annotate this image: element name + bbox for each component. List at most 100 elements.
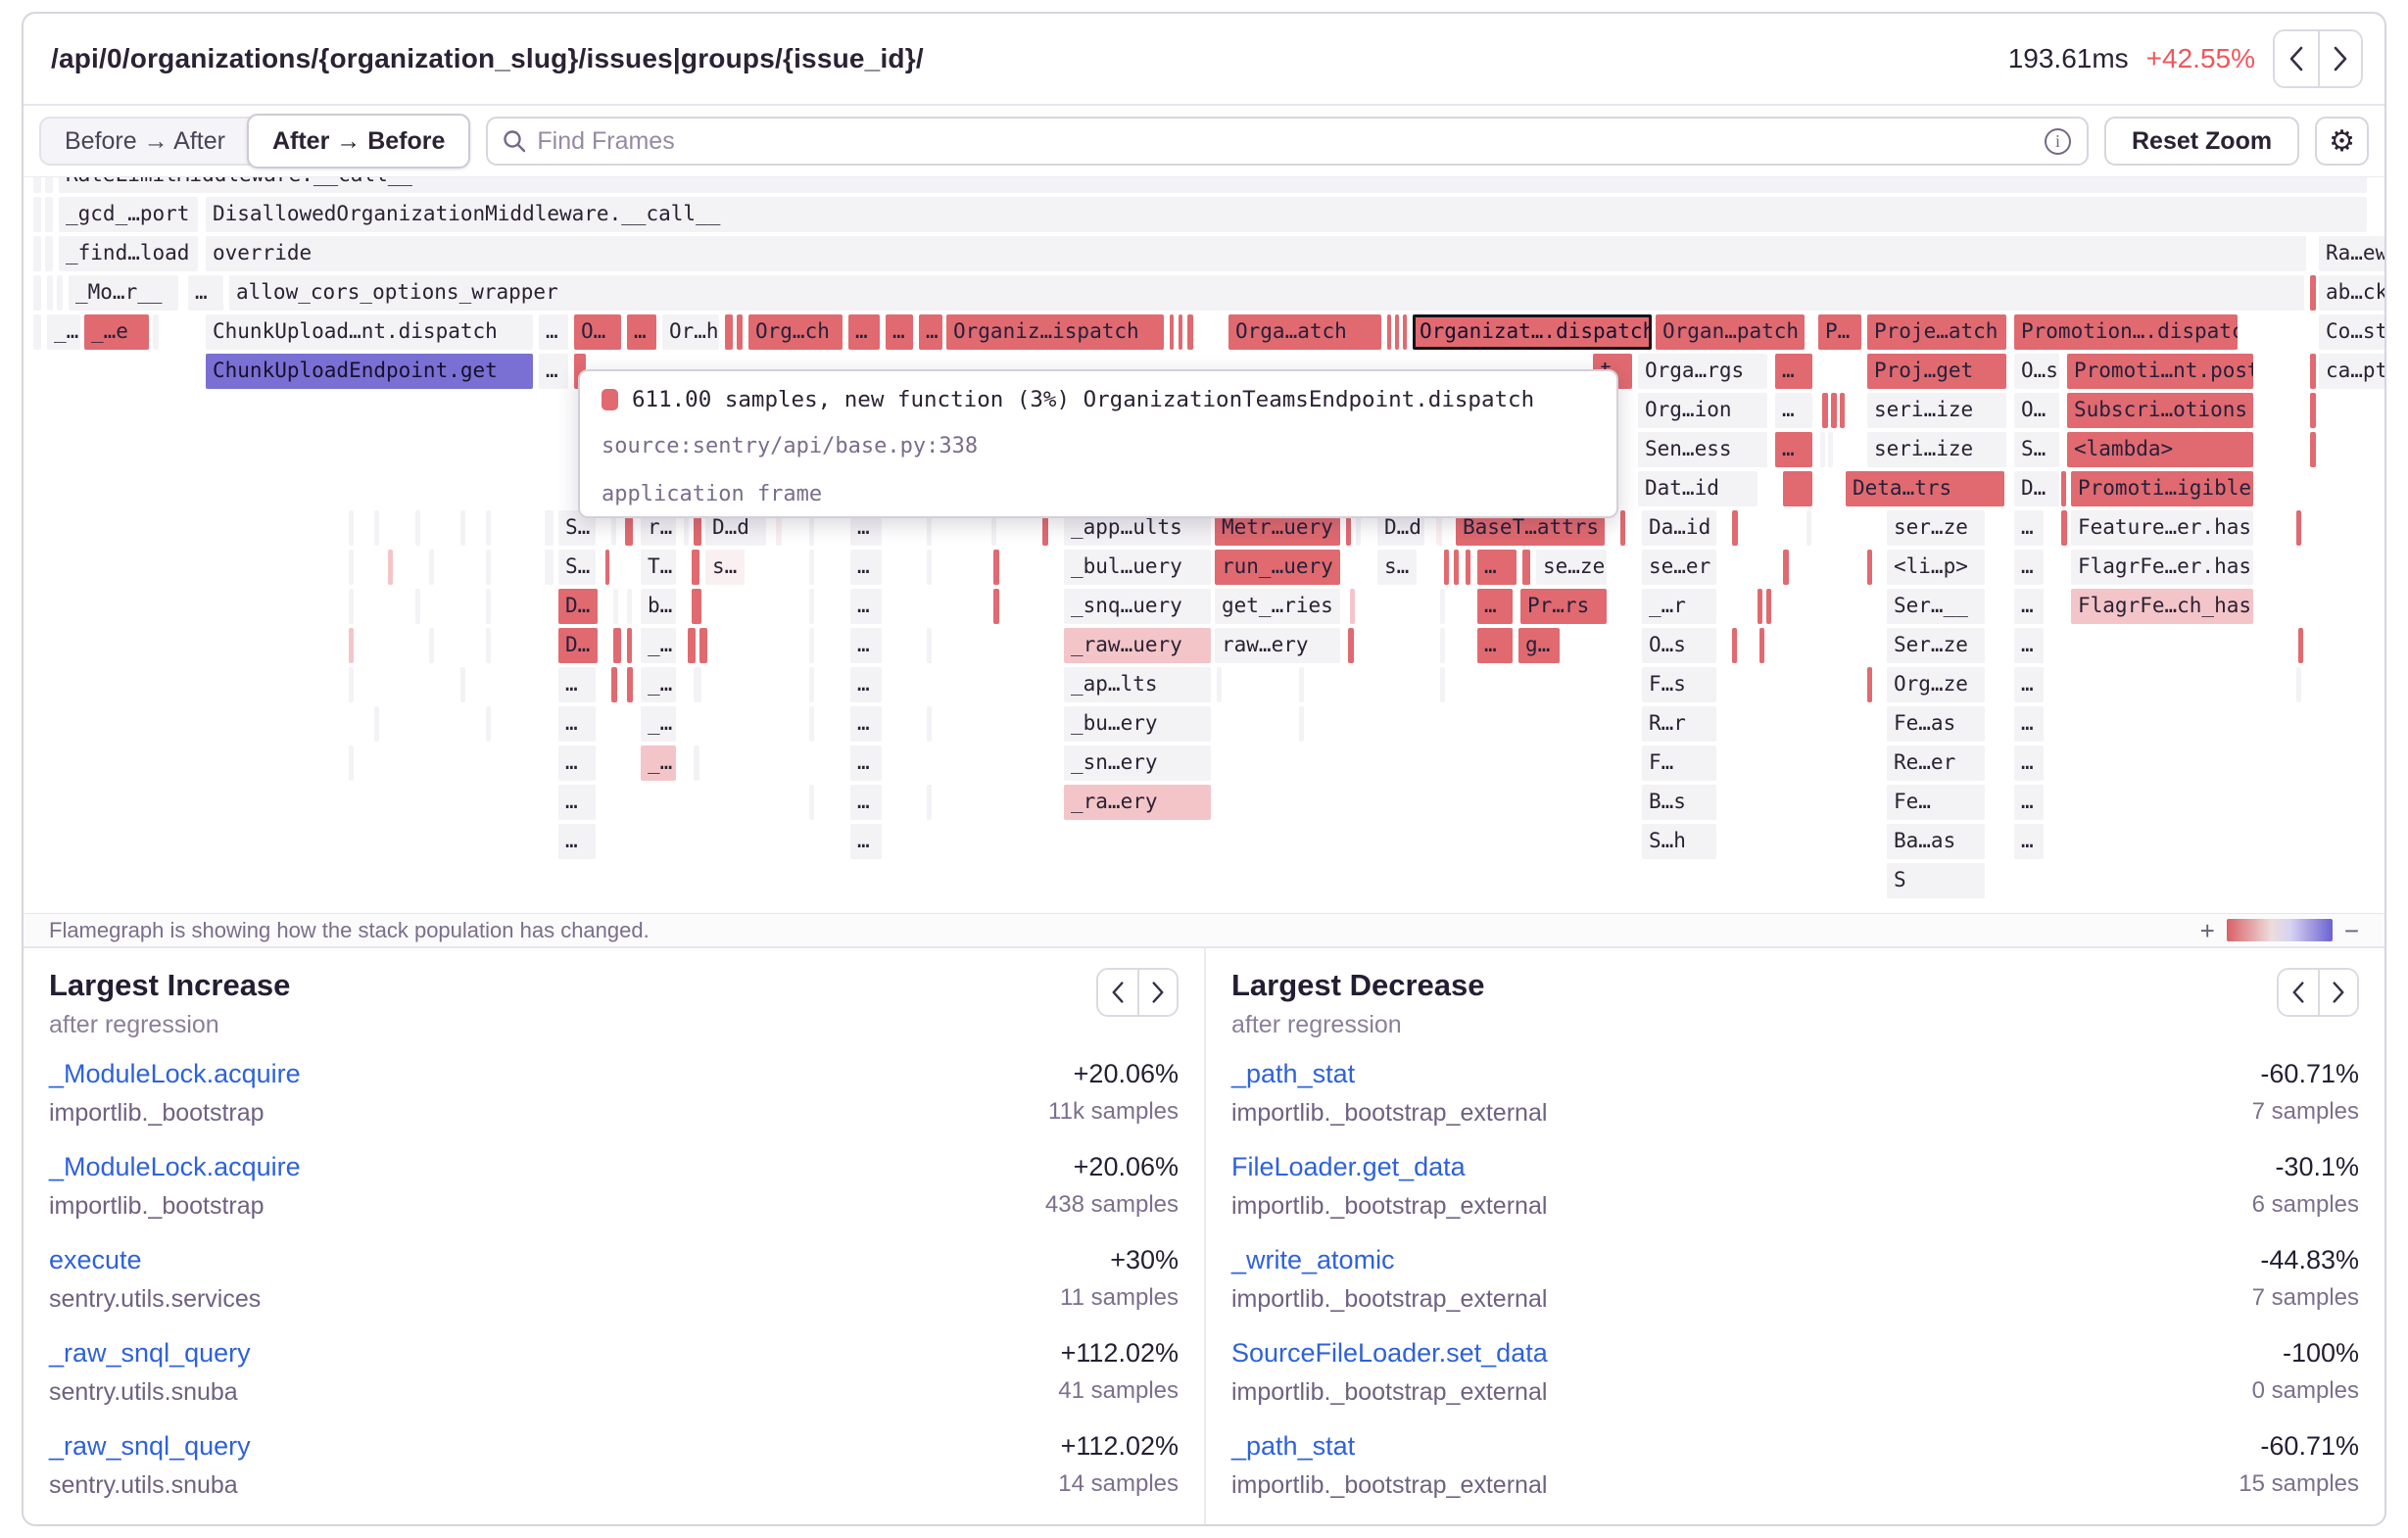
- flame-frame[interactable]: P…: [1818, 314, 1861, 350]
- flame-frame[interactable]: Proj…get: [1867, 354, 2006, 389]
- flame-frame[interactable]: _bu…ery: [1064, 706, 1211, 742]
- function-link[interactable]: SourceFileLoader.set_data: [1231, 1338, 1548, 1369]
- flame-frame-sliver[interactable]: [1440, 667, 1445, 702]
- after-before-tab[interactable]: After → Before: [247, 114, 470, 168]
- flame-frame-sliver[interactable]: [374, 510, 379, 546]
- flame-frame[interactable]: …: [558, 785, 596, 820]
- flame-frame[interactable]: Subscri…otions: [2067, 393, 2253, 428]
- flame-frame[interactable]: …: [1775, 432, 1812, 467]
- increase-prev-button[interactable]: [1098, 970, 1137, 1015]
- flame-frame-sliver[interactable]: [1831, 393, 1837, 428]
- flame-frame[interactable]: …: [1477, 589, 1513, 624]
- flame-frame-sliver[interactable]: [1454, 550, 1459, 585]
- flame-frame[interactable]: ca…pt: [2319, 354, 2384, 389]
- flame-frame[interactable]: Promoti…nt.post: [2067, 354, 2253, 389]
- flame-frame-sliver[interactable]: [1179, 314, 1182, 350]
- flame-frame[interactable]: Ser…__: [1887, 589, 1985, 624]
- flame-frame-sliver[interactable]: [486, 628, 491, 663]
- flame-frame-sliver[interactable]: [429, 550, 434, 585]
- find-frames-search[interactable]: i: [486, 117, 2089, 166]
- settings-button[interactable]: ⚙: [2315, 117, 2369, 166]
- flame-frame-sliver[interactable]: [1840, 393, 1845, 428]
- flame-frame[interactable]: _snq…uery: [1064, 589, 1211, 624]
- flame-frame[interactable]: …: [2014, 785, 2044, 820]
- flame-frame-sliver[interactable]: [349, 589, 354, 624]
- flame-frame[interactable]: T…: [641, 550, 676, 585]
- flame-frame-sliver[interactable]: [545, 510, 554, 546]
- flame-frame-sliver[interactable]: [1806, 510, 1811, 546]
- flame-frame-sliver[interactable]: [1440, 628, 1445, 663]
- flame-frame[interactable]: Da…id: [1642, 510, 1716, 546]
- function-link[interactable]: FileLoader.get_data: [1231, 1152, 1547, 1182]
- flame-frame-sliver[interactable]: [1732, 628, 1737, 663]
- flame-frame-sliver[interactable]: [809, 550, 814, 585]
- flame-frame-sliver[interactable]: [611, 667, 617, 702]
- function-link[interactable]: _raw_snql_query: [49, 1338, 251, 1369]
- flame-frame[interactable]: _bul…uery: [1064, 550, 1211, 585]
- flame-frame-sliver[interactable]: [1387, 314, 1391, 350]
- flame-frame-sliver[interactable]: [627, 667, 633, 702]
- flame-frame-sliver[interactable]: [694, 667, 701, 702]
- flame-frame-sliver[interactable]: [613, 628, 621, 663]
- flame-frame-sliver[interactable]: [1217, 667, 1222, 702]
- flame-frame[interactable]: D…: [558, 589, 598, 624]
- flame-frame-sliver[interactable]: [1732, 510, 1738, 546]
- flame-frame-sliver[interactable]: [1395, 314, 1399, 350]
- flame-frame-sliver[interactable]: [699, 628, 707, 663]
- flame-frame[interactable]: …: [850, 824, 882, 859]
- flame-frame[interactable]: Ba…as: [1887, 824, 1985, 859]
- flame-frame-sliver[interactable]: [993, 589, 999, 624]
- prev-transaction-button[interactable]: [2275, 31, 2318, 86]
- flame-frame-sliver[interactable]: [47, 275, 53, 311]
- flame-frame[interactable]: …: [850, 589, 882, 624]
- flame-frame-sliver[interactable]: [627, 589, 632, 624]
- flame-frame-sliver[interactable]: [486, 550, 491, 585]
- flame-frame[interactable]: seri…ize: [1867, 393, 2006, 428]
- flame-frame-sliver[interactable]: [2061, 510, 2067, 546]
- flame-frame-sliver[interactable]: [809, 628, 814, 663]
- function-link[interactable]: _write_atomic: [1231, 1245, 1547, 1275]
- flame-frame-sliver[interactable]: [460, 510, 465, 546]
- flame-frame[interactable]: _…: [641, 745, 676, 781]
- flame-frame-sliver[interactable]: [694, 745, 699, 781]
- flame-frame-sliver[interactable]: [486, 706, 491, 742]
- flame-frame-sliver[interactable]: [33, 236, 41, 271]
- flame-frame[interactable]: g…: [1518, 628, 1560, 663]
- flame-frame-sliver[interactable]: [993, 550, 999, 585]
- function-link[interactable]: _raw_snql_query: [49, 1431, 251, 1462]
- flame-frame-sliver[interactable]: [1822, 393, 1828, 428]
- flame-frame-sliver[interactable]: [1466, 550, 1470, 585]
- flame-frame-sliver[interactable]: [33, 197, 41, 232]
- flame-frame-sliver[interactable]: [1522, 550, 1530, 585]
- flame-frame-sliver[interactable]: [809, 706, 814, 742]
- function-link[interactable]: _path_stat: [1231, 1059, 1547, 1089]
- increase-next-button[interactable]: [1137, 970, 1177, 1015]
- info-icon[interactable]: i: [2045, 128, 2071, 155]
- flame-frame[interactable]: _sn…ery: [1064, 745, 1211, 781]
- flame-frame[interactable]: S…: [2014, 432, 2059, 467]
- flame-frame[interactable]: Org…ch: [748, 314, 843, 350]
- flame-frame-sliver[interactable]: [460, 667, 465, 702]
- flame-frame[interactable]: …: [2014, 745, 2044, 781]
- flame-frame-sliver[interactable]: [1170, 314, 1174, 350]
- flame-frame[interactable]: Org…ion: [1638, 393, 1767, 428]
- flame-frame-sliver[interactable]: [1350, 589, 1355, 624]
- flame-frame-sliver[interactable]: [349, 550, 354, 585]
- flame-frame[interactable]: se…ze: [1536, 550, 1607, 585]
- flame-frame-sliver[interactable]: [1440, 589, 1445, 624]
- flame-frame[interactable]: s…: [1377, 550, 1417, 585]
- flame-frame[interactable]: …: [2014, 550, 2044, 585]
- flame-frame-sliver[interactable]: [809, 667, 814, 702]
- flame-frame-sliver[interactable]: [692, 550, 699, 585]
- flame-frame-sliver[interactable]: [486, 510, 491, 546]
- flame-frame-sliver[interactable]: [2296, 667, 2301, 702]
- flame-frame[interactable]: D…: [558, 628, 598, 663]
- flame-frame-sliver[interactable]: [1828, 432, 1833, 467]
- flame-frame-sliver[interactable]: [45, 236, 53, 271]
- flame-frame-sliver[interactable]: [45, 176, 53, 193]
- flame-frame[interactable]: Re…er: [1887, 745, 1985, 781]
- flame-frame[interactable]: FlagrFe…ch_has: [2071, 589, 2253, 624]
- flame-frame[interactable]: Feature…er.has: [2071, 510, 2253, 546]
- flame-frame[interactable]: RateLimitMiddleware.__call__: [59, 176, 2367, 193]
- decrease-next-button[interactable]: [2318, 970, 2357, 1015]
